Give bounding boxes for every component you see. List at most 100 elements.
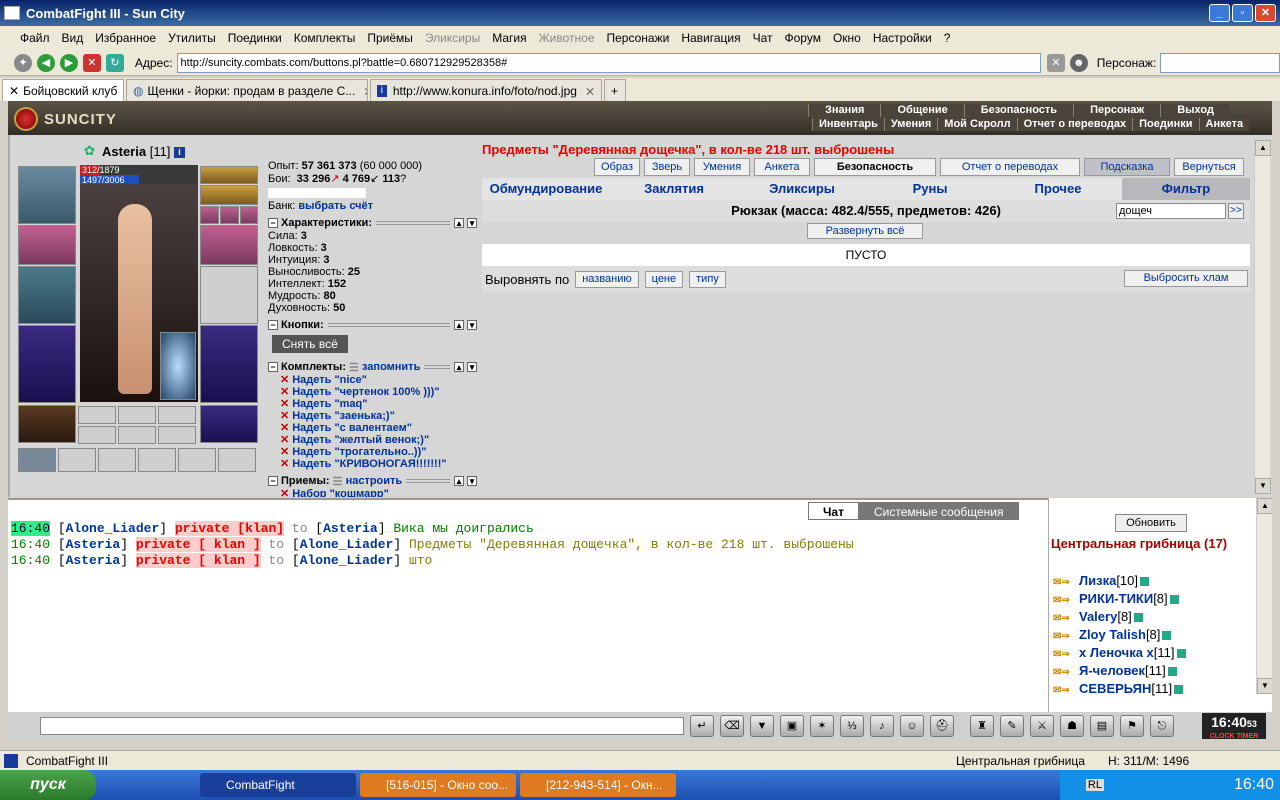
sub-nav-item[interactable]: Мой Скролл: [937, 118, 1017, 131]
sender-nick[interactable]: Asteria: [66, 553, 121, 568]
sort-by-name[interactable]: названию: [575, 270, 639, 288]
info-icon[interactable]: [1133, 613, 1143, 623]
set-item[interactable]: ✕ Надеть "заенька;)": [268, 410, 480, 422]
filter-icon[interactable]: ▼: [750, 715, 774, 737]
quick-slot[interactable]: [98, 448, 136, 472]
delete-icon[interactable]: ✕: [280, 434, 289, 446]
set-item[interactable]: ✕ Надеть "желтый венок;)": [268, 434, 480, 446]
btn-security[interactable]: Безопасность: [814, 158, 936, 176]
fight-icon[interactable]: ⚔: [1030, 715, 1054, 737]
amulet-slot[interactable]: [200, 185, 258, 205]
back-icon[interactable]: ◀: [36, 53, 55, 72]
tab-combats[interactable]: ✕ Бойцовский клуб: [2, 79, 124, 101]
category-tab[interactable]: Фильтр: [1122, 178, 1250, 200]
quick-slot[interactable]: [138, 448, 176, 472]
delete-icon[interactable]: ✕: [280, 398, 289, 410]
recipient-nick[interactable]: Asteria: [323, 521, 378, 536]
pocket-slot-6[interactable]: [158, 426, 196, 444]
legs-slot[interactable]: [200, 325, 258, 403]
set-item[interactable]: ✕ Надеть "nice": [268, 374, 480, 386]
sort-by-type[interactable]: типу: [689, 270, 726, 288]
delete-icon[interactable]: ✕: [280, 386, 289, 398]
task-window-1[interactable]: [516-015] - Окно соо...: [360, 773, 516, 797]
delete-icon[interactable]: ✕: [280, 422, 289, 434]
stop-icon[interactable]: ✕: [82, 53, 101, 72]
armor-slot[interactable]: [18, 325, 76, 403]
delete-icon[interactable]: ✕: [280, 446, 289, 458]
btn-image[interactable]: Образ: [594, 158, 640, 176]
sub-nav-item[interactable]: Умения: [883, 118, 938, 131]
tricks-setup-link[interactable]: настроить: [346, 475, 403, 487]
drop-junk-button[interactable]: Выбросить хлам: [1124, 270, 1248, 287]
pocket-slot-5[interactable]: [118, 426, 156, 444]
gloves-slot[interactable]: [200, 225, 258, 265]
set-item[interactable]: ✕ Надеть "с валентаем": [268, 422, 480, 434]
player-entry[interactable]: ✉⇒ РИКИ-ТИКИ[8]: [1053, 590, 1179, 608]
chat-input[interactable]: [40, 717, 684, 735]
tricks-set-item[interactable]: ✕ Набор "кошмарр": [268, 488, 480, 497]
quick-slot[interactable]: [178, 448, 216, 472]
refresh-icon[interactable]: ↻: [105, 53, 124, 72]
btn-hint[interactable]: Подсказка: [1084, 158, 1170, 176]
quick-slot[interactable]: [18, 448, 56, 472]
close-button[interactable]: ✕: [1255, 4, 1276, 22]
menu-item[interactable]: Животное: [533, 31, 601, 45]
player-entry[interactable]: ✉⇒ x Леночка x[11]: [1053, 644, 1186, 662]
sets-header[interactable]: − Комплекты: ☰ запомнить ▴ ▾: [268, 360, 480, 374]
info-icon[interactable]: [1167, 667, 1177, 677]
menu-item[interactable]: Персонажи: [601, 31, 676, 45]
game-scrollbar[interactable]: ▲ ▼: [1254, 140, 1271, 494]
top-nav-item[interactable]: Знания: [808, 104, 881, 117]
send-icon[interactable]: ↵: [690, 715, 714, 737]
menu-item[interactable]: Комплекты: [288, 31, 362, 45]
timestamp[interactable]: 16:40: [11, 537, 50, 552]
player-entry[interactable]: ✉⇒ Zloy Talish[8]: [1053, 626, 1172, 644]
category-tab[interactable]: Прочее: [994, 178, 1122, 200]
btn-skills[interactable]: Умения: [694, 158, 750, 176]
menu-item[interactable]: Чат: [747, 31, 779, 45]
player-entry[interactable]: ✉⇒ Я-человек[11]: [1053, 662, 1177, 680]
sub-nav-item[interactable]: Отчет о переводах: [1016, 118, 1133, 131]
inventory-icon[interactable]: ▤: [1090, 715, 1114, 737]
characteristics-header[interactable]: − Характеристики: ▴ ▾: [268, 216, 480, 230]
pocket-slot-3[interactable]: [158, 406, 196, 424]
set-item[interactable]: ✕ Надеть "чертенок 100% )))": [268, 386, 480, 398]
boots-slot[interactable]: [200, 405, 258, 443]
sub-nav-item[interactable]: Анкета: [1198, 118, 1250, 131]
new-tab-button[interactable]: +: [604, 79, 626, 101]
menu-item[interactable]: Настройки: [867, 31, 938, 45]
shield-slot[interactable]: [200, 266, 258, 324]
menu-item[interactable]: Поединки: [222, 31, 288, 45]
recipient-nick[interactable]: Alone_Liader: [300, 553, 394, 568]
address-input[interactable]: [176, 52, 1041, 73]
orb-slot[interactable]: [160, 332, 196, 400]
player-entry[interactable]: ✉⇒ Лизка[10]: [1053, 572, 1149, 590]
tab-close-icon[interactable]: ⨯: [585, 84, 595, 98]
top-nav-item[interactable]: Персонаж: [1073, 104, 1161, 117]
set-item[interactable]: ✕ Надеть "КРИВОНОГАЯ!!!!!!!": [268, 458, 480, 470]
player-entry[interactable]: ✉⇒ СЕВЕРЬЯН[11]: [1053, 680, 1184, 698]
top-nav-item[interactable]: Безопасность: [963, 104, 1074, 117]
top-nav-item[interactable]: Общение: [880, 104, 964, 117]
helmet-slot[interactable]: [18, 166, 76, 224]
sub-nav-item[interactable]: Поединки: [1132, 118, 1199, 131]
menu-item[interactable]: Эликсиры: [419, 31, 486, 45]
menu-item[interactable]: Вид: [56, 31, 90, 45]
category-tab[interactable]: Обмундирование: [482, 178, 610, 200]
expand-all-button[interactable]: Развернуть всё: [807, 223, 923, 239]
lang-indicator[interactable]: RL: [1085, 779, 1104, 791]
tab-system-messages[interactable]: Системные сообщения: [858, 502, 1019, 520]
tab-chat[interactable]: Чат: [808, 502, 859, 520]
sort-by-price[interactable]: цене: [644, 270, 684, 288]
pocket-slot-4[interactable]: [78, 426, 116, 444]
delete-icon[interactable]: ✕: [280, 374, 289, 386]
tab-close-icon[interactable]: ✕: [9, 84, 19, 98]
quick-slot[interactable]: [218, 448, 256, 472]
delete-icon[interactable]: ✕: [280, 410, 289, 422]
clear-icon[interactable]: ✕: [1046, 53, 1065, 72]
menu-item[interactable]: Приёмы: [361, 31, 419, 45]
timestamp[interactable]: 16:40: [11, 521, 51, 536]
bag-icon[interactable]: ♜: [970, 715, 994, 737]
menu-item[interactable]: Форум: [779, 31, 827, 45]
menu-item[interactable]: Избранное: [89, 31, 162, 45]
